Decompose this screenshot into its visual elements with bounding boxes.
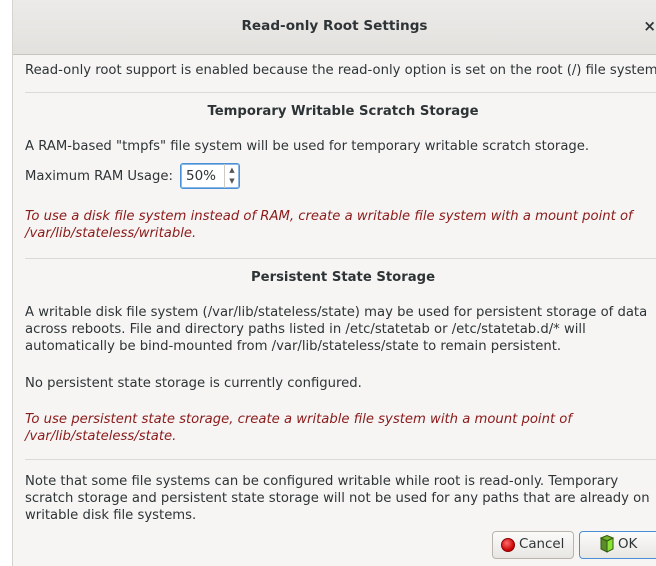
- title-bar[interactable]: Read-only Root Settings ×: [13, 0, 656, 55]
- spin-arrows: ▲ ▼: [224, 164, 239, 188]
- scratch-warning: To use a disk file system instead of RAM…: [25, 209, 633, 241]
- ok-icon: [598, 534, 616, 565]
- scratch-description: A RAM-based "tmpfs" file system will be …: [25, 139, 590, 154]
- separator: [25, 459, 656, 460]
- max-ram-value[interactable]: 50%: [186, 168, 216, 184]
- scratch-heading: Temporary Writable Scratch Storage: [207, 104, 479, 119]
- cancel-icon: [501, 538, 515, 552]
- persistent-status: No persistent state storage is currently…: [25, 376, 362, 391]
- max-ram-label: Maximum RAM Usage:: [25, 169, 173, 184]
- note-text: Note that some file systems can be confi…: [25, 474, 650, 523]
- close-icon[interactable]: ×: [643, 17, 656, 35]
- intro-text: Read-only root support is enabled becaus…: [25, 63, 656, 78]
- separator: [25, 92, 656, 93]
- persistent-description: A writable disk file system (/var/lib/st…: [25, 305, 648, 354]
- ok-label: OK: [618, 537, 638, 552]
- separator: [25, 258, 656, 259]
- persistent-warning: To use persistent state storage, create …: [25, 412, 573, 444]
- max-ram-spinbutton[interactable]: 50% ▲ ▼: [180, 163, 240, 189]
- persistent-heading: Persistent State Storage: [250, 270, 436, 285]
- cancel-button[interactable]: Cancel: [492, 531, 574, 559]
- spin-down-icon[interactable]: ▼: [227, 176, 237, 187]
- read-only-root-dialog: Read-only Root Settings × Read-only root…: [12, 0, 656, 566]
- dialog-title: Read-only Root Settings: [241, 18, 428, 34]
- spin-up-icon[interactable]: ▲: [227, 165, 237, 176]
- ok-button[interactable]: OK: [579, 531, 656, 559]
- cancel-label: Cancel: [519, 537, 565, 552]
